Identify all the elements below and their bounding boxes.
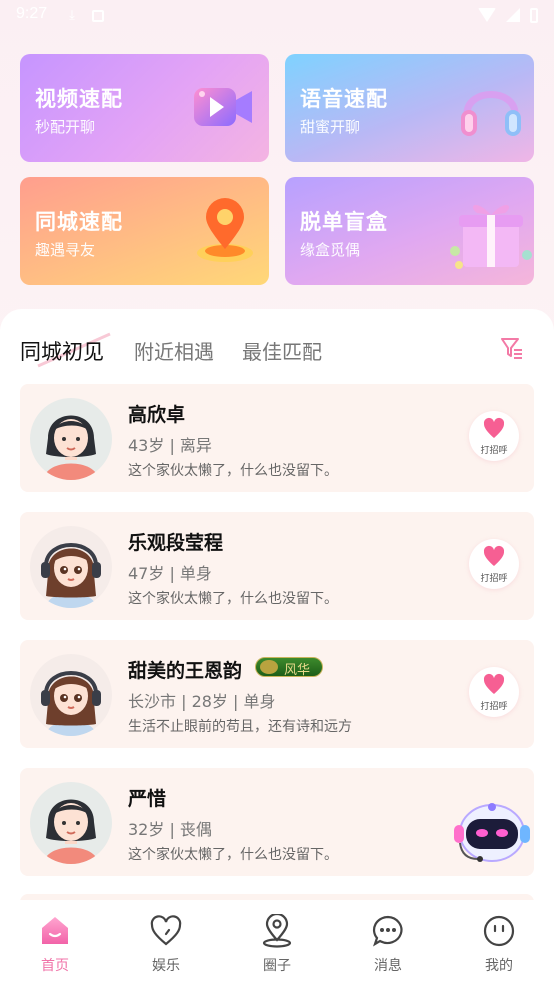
location-icon [262, 914, 292, 948]
card-title: 视频速配 [35, 87, 123, 111]
tab-local-first-meet[interactable]: 同城初见 [20, 336, 104, 366]
smiley-face-icon [483, 915, 515, 947]
signal-icon [506, 8, 520, 22]
greet-label: 打招呼 [480, 702, 508, 712]
wifi-icon [478, 8, 496, 22]
nav-home[interactable]: 首页 [0, 900, 110, 984]
app-notification-icon [92, 10, 104, 22]
card-subtitle: 甜蜜开聊 [300, 118, 361, 136]
chat-bubble-icon [372, 915, 403, 947]
card-title: 语音速配 [300, 87, 388, 111]
blind-box-card[interactable]: 脱单盲盒 缘盒觅偶 [285, 177, 534, 285]
battery-icon [530, 7, 538, 23]
greet-button[interactable]: 打招呼 [469, 539, 519, 589]
voice-match-card[interactable]: 语音速配 甜蜜开聊 [285, 54, 534, 162]
tab-nearby-meet[interactable]: 附近相遇 [134, 336, 214, 365]
user-bio: 这个家伙太懒了，什么也没留下。 [128, 591, 338, 607]
home-icon [42, 917, 68, 944]
nav-label: 首页 [41, 958, 69, 974]
card-subtitle: 秒配开聊 [35, 118, 96, 136]
nav-label: 我的 [485, 958, 513, 974]
nav-me[interactable]: 我的 [444, 900, 554, 984]
video-camera-icon [194, 88, 252, 126]
greet-button[interactable]: 打招呼 [469, 667, 519, 717]
female-default-avatar [30, 782, 112, 864]
user-name: 乐观段莹程 [128, 532, 224, 554]
card-title: 同城速配 [35, 210, 123, 234]
girl-headphones-avatar [30, 654, 112, 736]
nav-entertainment[interactable]: 娱乐 [111, 900, 221, 984]
user-card[interactable]: 乐观段莹程 47岁 | 单身 这个家伙太懒了，什么也没留下。 打招呼 [20, 512, 534, 620]
nav-label: 娱乐 [152, 958, 180, 974]
robot-assistant-icon[interactable] [452, 795, 532, 869]
fenghua-badge: 风华 [255, 657, 323, 678]
card-subtitle: 缘盒觅偶 [300, 241, 361, 259]
gift-box-icon [450, 204, 532, 269]
user-card[interactable]: 高欣卓 43岁 | 离异 这个家伙太懒了，什么也没留下。 打招呼 [20, 384, 534, 492]
filter-icon[interactable] [500, 336, 524, 360]
badge-label: 风华 [284, 663, 311, 678]
user-bio: 生活不止眼前的苟且，还有诗和远方 [128, 719, 352, 735]
user-bio: 这个家伙太懒了，什么也没留下。 [128, 463, 338, 479]
heart-icon [483, 673, 505, 694]
nav-label: 消息 [374, 958, 402, 974]
local-match-card[interactable]: 同城速配 趣遇寻友 [20, 177, 269, 285]
card-subtitle: 趣遇寻友 [35, 241, 96, 259]
download-icon: ⤓ [69, 8, 75, 23]
nav-messages[interactable]: 消息 [333, 900, 443, 984]
heart-icon [483, 417, 505, 438]
user-info: 43岁 | 离异 [128, 436, 212, 455]
user-name: 高欣卓 [128, 404, 186, 426]
location-pin-icon [197, 198, 253, 262]
heart-icon [483, 545, 505, 566]
greet-label: 打招呼 [480, 574, 508, 584]
user-bio: 这个家伙太懒了，什么也没留下。 [128, 847, 338, 863]
user-info: 长沙市 | 28岁 | 单身 [128, 692, 276, 711]
girl-headphones-avatar [30, 526, 112, 608]
nav-circle[interactable]: 圈子 [222, 900, 332, 984]
status-time: 9:27 [16, 5, 48, 22]
user-card[interactable]: 甜美的王恩韵 风华 长沙市 | 28岁 | 单身 生活不止眼前的苟且，还有诗和远… [20, 640, 534, 748]
greet-button[interactable]: 打招呼 [469, 411, 519, 461]
female-default-avatar [30, 398, 112, 480]
user-name: 甜美的王恩韵 [128, 660, 243, 682]
bottom-nav: 首页 娱乐 圈子 消息 我的 [0, 900, 554, 984]
user-info: 32岁 | 丧偶 [128, 820, 212, 839]
tab-best-match[interactable]: 最佳匹配 [242, 336, 322, 365]
heart-icon [150, 915, 182, 946]
card-title: 脱单盲盒 [300, 210, 388, 234]
badge-emblem-icon [260, 660, 278, 674]
user-info: 47岁 | 单身 [128, 564, 212, 583]
user-name: 严惜 [128, 788, 167, 810]
greet-label: 打招呼 [480, 446, 508, 456]
headphones-icon [461, 91, 521, 136]
video-match-card[interactable]: 视频速配 秒配开聊 [20, 54, 269, 162]
nav-label: 圈子 [263, 958, 291, 974]
status-bar: 9:27 ⤓ [0, 0, 554, 32]
